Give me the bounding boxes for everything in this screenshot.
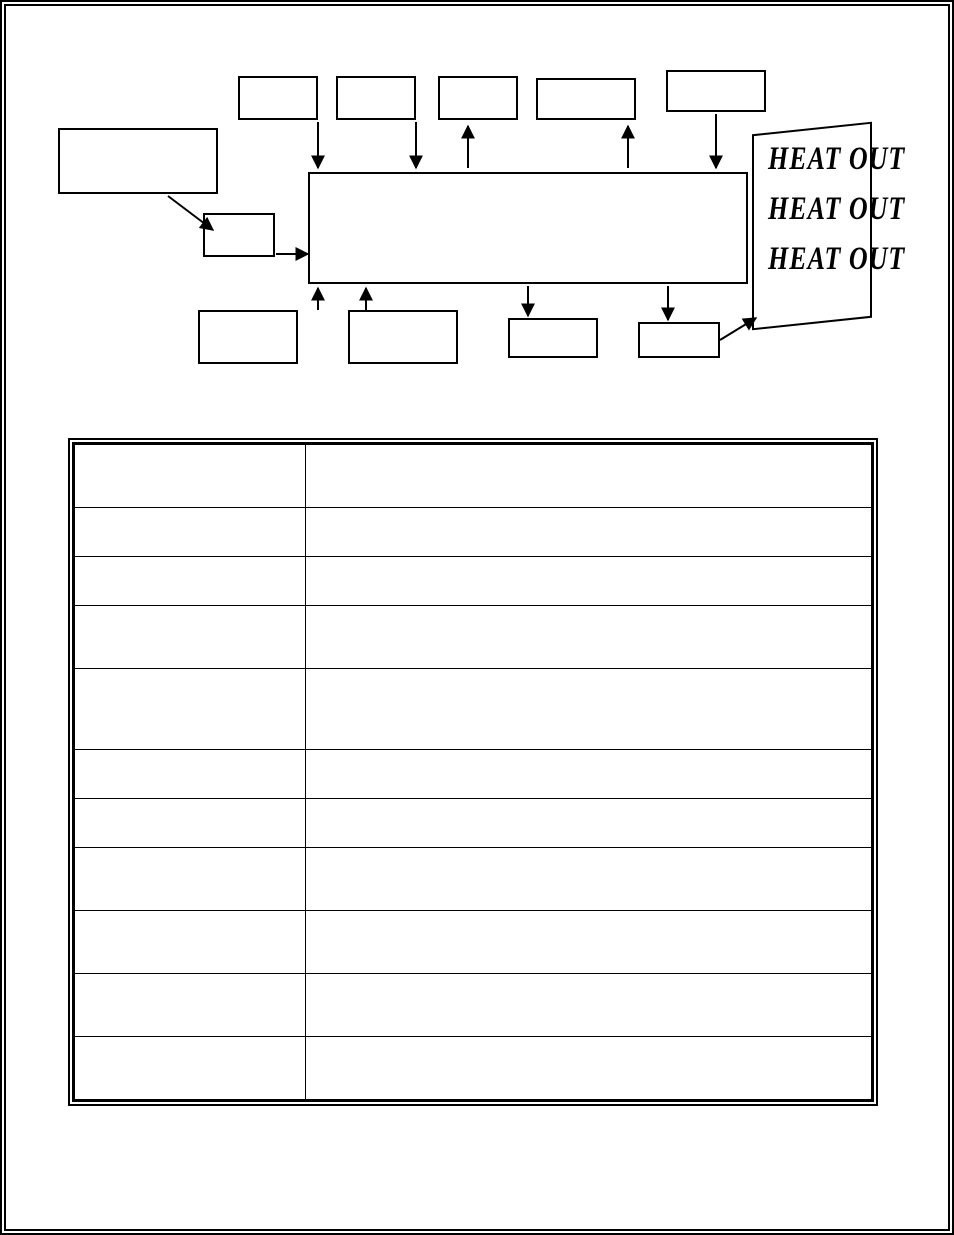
data-table bbox=[74, 444, 872, 1100]
table-row bbox=[75, 606, 872, 669]
table-row bbox=[75, 445, 872, 508]
table-row bbox=[75, 799, 872, 848]
table-frame bbox=[68, 438, 878, 1106]
page-inner: HEAT OUT HEAT OUT HEAT OUT bbox=[18, 18, 936, 1217]
table-row bbox=[75, 911, 872, 974]
table-row bbox=[75, 848, 872, 911]
table-row bbox=[75, 508, 872, 557]
page-frame: HEAT OUT HEAT OUT HEAT OUT bbox=[0, 0, 954, 1235]
table-row bbox=[75, 557, 872, 606]
diagram-arrows bbox=[18, 18, 948, 418]
table-row bbox=[75, 669, 872, 750]
table-row bbox=[75, 1037, 872, 1100]
table-row bbox=[75, 750, 872, 799]
table-row bbox=[75, 974, 872, 1037]
